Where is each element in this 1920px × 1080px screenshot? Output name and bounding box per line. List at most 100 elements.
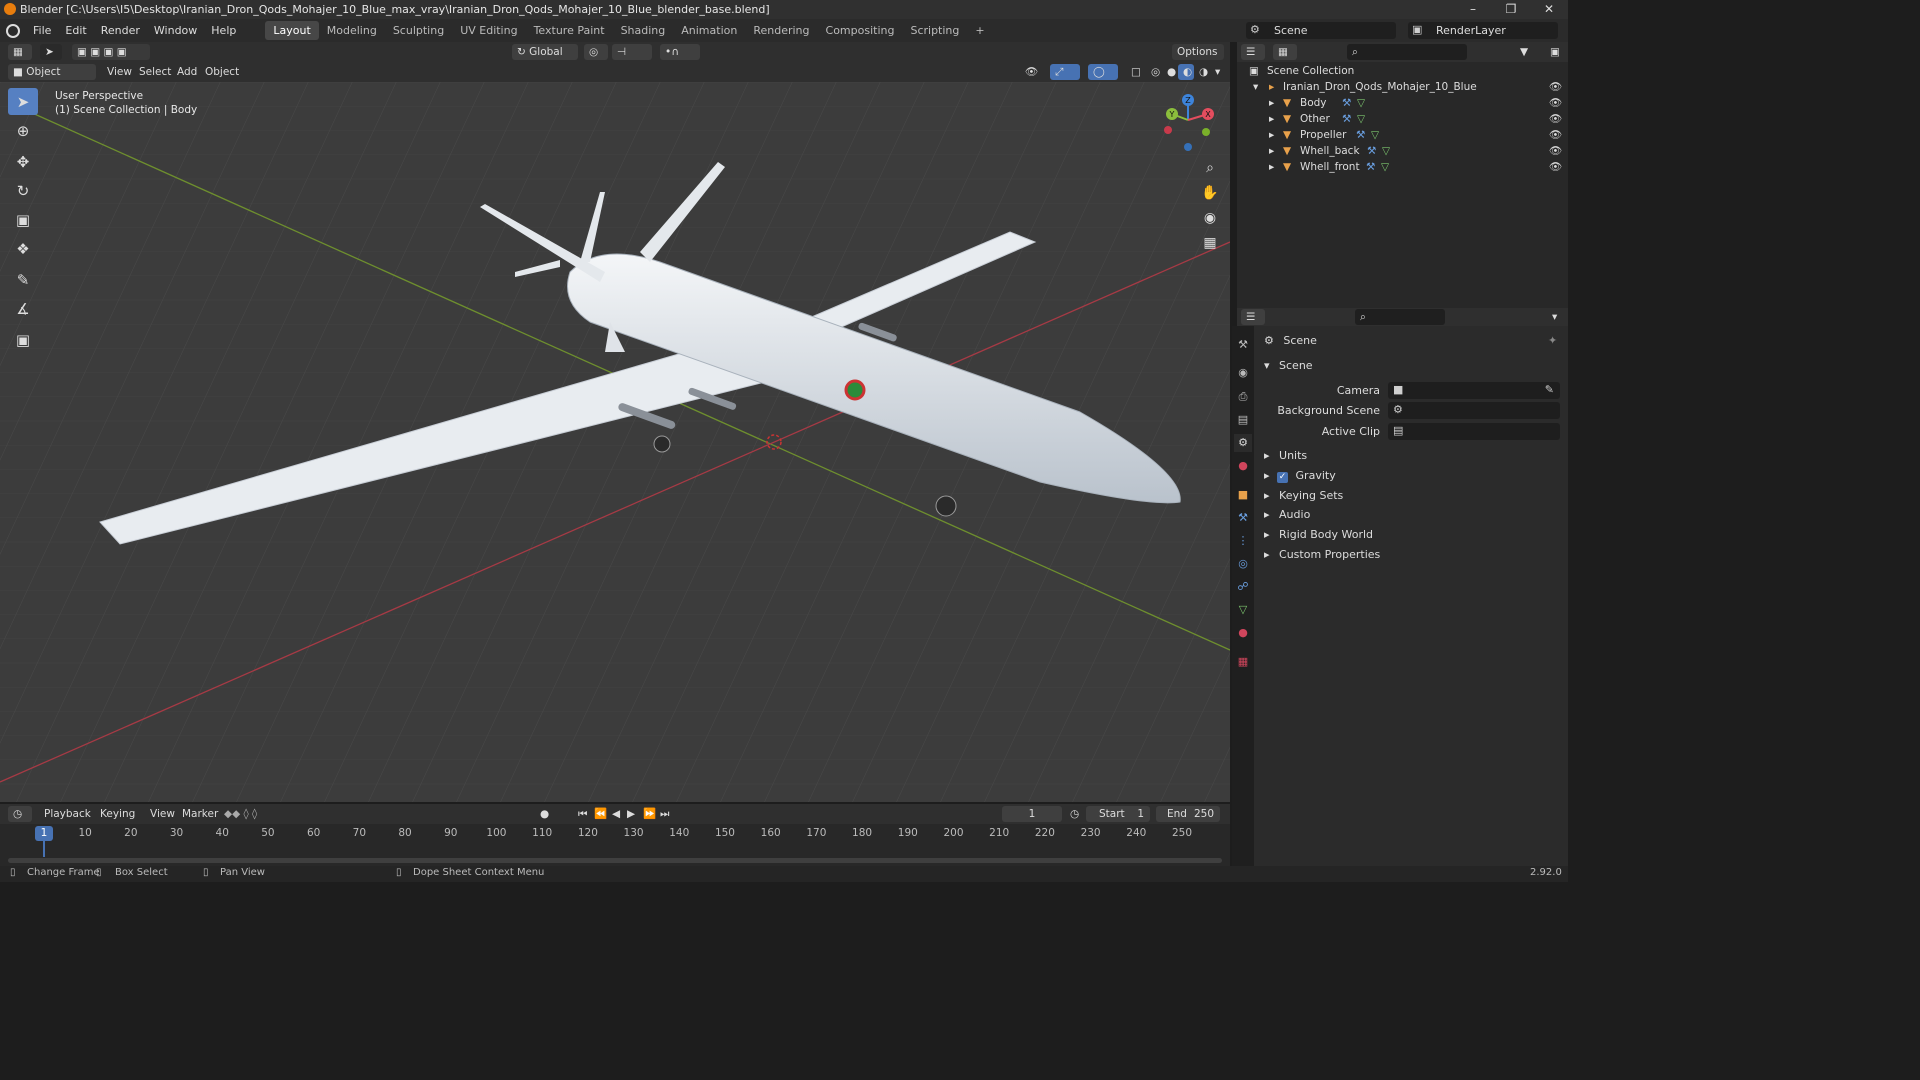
scale-tool-icon[interactable]: ▣ [8, 206, 38, 233]
visibility-eye-icon[interactable]: 👁 [1549, 127, 1562, 143]
expand-arrow-icon[interactable]: ▾ [1253, 79, 1258, 95]
workspace-tab-modeling[interactable]: Modeling [319, 21, 385, 40]
pan-view-icon[interactable]: ✋ [1198, 181, 1222, 205]
scene-panel-header[interactable]: ▾ Scene [1264, 357, 1313, 375]
preview-range-icon[interactable]: ◷ [1070, 806, 1079, 822]
outliner-row-whell-front[interactable]: ▸ ▼ Whell_front ⚒ ▽ 👁 [1237, 159, 1568, 175]
options-dropdown[interactable]: Options [1172, 44, 1224, 60]
workspace-tab-animation[interactable]: Animation [673, 21, 745, 40]
transform-tool-icon[interactable]: ❖ [8, 235, 38, 262]
rotate-tool-icon[interactable]: ↻ [8, 177, 38, 204]
perspective-toggle-icon[interactable]: ▦ [1198, 231, 1222, 255]
viewport-menu-view[interactable]: View [107, 64, 132, 80]
playback-menu[interactable]: Playback [44, 806, 91, 822]
select-tool-icon[interactable]: ➤ [40, 44, 62, 60]
editor-type-button[interactable]: ▦ [8, 44, 32, 60]
display-mode-button[interactable]: ▦ [1273, 44, 1297, 60]
viewport-menu-object[interactable]: Object [205, 64, 239, 80]
filter-icon[interactable]: ▼ [1515, 44, 1539, 60]
annotate-tool-icon[interactable]: ✎ [8, 266, 38, 293]
close-button[interactable]: ✕ [1530, 0, 1568, 19]
measure-tool-icon[interactable]: ∡ [8, 295, 38, 322]
shading-wireframe-icon[interactable]: ◎ [1146, 64, 1162, 80]
xray-toggle-icon[interactable]: □ [1126, 64, 1142, 80]
outliner-row-other[interactable]: ▸ ▼ Other ⚒ ▽ 👁 [1237, 111, 1568, 127]
data-tab-icon[interactable]: ▽ [1234, 601, 1252, 619]
snap-button[interactable]: ⊣ [612, 44, 652, 60]
outliner-row-body[interactable]: ▸ ▼ Body ⚒ ▽ 👁 [1237, 95, 1568, 111]
audio-panel[interactable]: ▸ Audio [1264, 506, 1310, 524]
keying-menu[interactable]: Keying [100, 806, 135, 822]
keying-sets-panel[interactable]: ▸ Keying Sets [1264, 487, 1343, 505]
expand-arrow-icon[interactable]: ▸ [1269, 159, 1274, 175]
scene-selector[interactable]: ⚙ Scene [1246, 22, 1396, 39]
navigation-gizmo[interactable]: Z Y X [1160, 92, 1220, 152]
expand-arrow-icon[interactable]: ▸ [1269, 143, 1274, 159]
world-tab-icon[interactable]: ● [1234, 457, 1252, 475]
workspace-tab-compositing[interactable]: Compositing [818, 21, 903, 40]
timeline-scrollbar[interactable] [8, 858, 1222, 863]
output-tab-icon[interactable]: ⎙ [1234, 388, 1252, 406]
select-mode-buttons[interactable]: ▣ ▣ ▣ ▣ [72, 44, 150, 60]
jump-end-button[interactable]: ⏭ [660, 806, 669, 822]
view-layer-tab-icon[interactable]: ▤ [1234, 411, 1252, 429]
zoom-view-icon[interactable]: ⌕ [1198, 156, 1222, 180]
expand-arrow-icon[interactable]: ▸ [1269, 127, 1274, 143]
workspace-tab-texture-paint[interactable]: Texture Paint [526, 21, 613, 40]
play-reverse-button[interactable]: ◀ [612, 806, 620, 822]
constraints-tab-icon[interactable]: ☍ [1234, 578, 1252, 596]
custom-properties-panel[interactable]: ▸ Custom Properties [1264, 546, 1380, 564]
visibility-eye-icon[interactable]: 👁 [1549, 111, 1562, 127]
object-tab-icon[interactable]: ■ [1234, 486, 1252, 504]
prev-keyframe-button[interactable]: ⏪ [594, 806, 607, 822]
expand-arrow-icon[interactable]: ▸ [1269, 111, 1274, 127]
add-cube-tool-icon[interactable]: ▣ [8, 326, 38, 353]
viewport-menu-select[interactable]: Select [139, 64, 171, 80]
workspace-tab-sculpting[interactable]: Sculpting [385, 21, 452, 40]
physics-tab-icon[interactable]: ◎ [1234, 555, 1252, 573]
start-frame-field[interactable]: Start 1 [1086, 806, 1150, 822]
next-keyframe-button[interactable]: ⏩ [643, 806, 656, 822]
outliner-row-propeller[interactable]: ▸ ▼ Propeller ⚒ ▽ 👁 [1237, 127, 1568, 143]
workspace-tab-scripting[interactable]: Scripting [902, 21, 967, 40]
material-tab-icon[interactable]: ● [1234, 624, 1252, 642]
proportional-edit-button[interactable]: •∩ [660, 44, 700, 60]
object-mode-dropdown[interactable]: ■ Object Mode [8, 64, 96, 94]
workspace-tab-rendering[interactable]: Rendering [745, 21, 817, 40]
gizmo-toggle-icon[interactable]: ⤢ [1050, 64, 1080, 80]
menu-window[interactable]: Window [147, 24, 204, 37]
pivot-point-button[interactable]: ◎ [584, 44, 608, 60]
rigid-body-world-panel[interactable]: ▸ Rigid Body World [1264, 526, 1373, 544]
auto-keying-button[interactable]: ● [540, 806, 549, 822]
visibility-eye-icon[interactable]: 👁 [1549, 95, 1562, 111]
visibility-eye-icon[interactable]: 👁 [1549, 79, 1562, 95]
select-box-tool-icon[interactable]: ➤ [8, 88, 38, 115]
3d-viewport[interactable]: User Perspective (1) Scene Collection | … [0, 82, 1230, 802]
outliner-search-input[interactable]: ⌕ [1347, 44, 1467, 60]
outliner-row-collection[interactable]: ▾ ▸ Iranian_Dron_Qods_Mohajer_10_Blue 👁 [1237, 79, 1568, 95]
timeline-editor-type-button[interactable]: ◷ [8, 806, 32, 822]
visibility-icon[interactable]: 👁 [1020, 64, 1046, 80]
active-clip-field[interactable]: ▤ [1388, 423, 1560, 440]
properties-options-icon[interactable]: ▾ [1547, 309, 1563, 325]
end-frame-field[interactable]: End 250 [1156, 806, 1220, 822]
scene-tab-icon[interactable]: ⚙ [1234, 434, 1252, 452]
menu-edit[interactable]: Edit [58, 24, 93, 37]
timeline-view-menu[interactable]: View [150, 806, 175, 822]
menu-file[interactable]: File [26, 24, 58, 37]
marker-menu[interactable]: Marker [182, 806, 218, 822]
outliner-row-scene-collection[interactable]: ▣ Scene Collection [1237, 63, 1568, 79]
tool-tab-icon[interactable]: ⚒ [1234, 336, 1252, 354]
visibility-eye-icon[interactable]: 👁 [1549, 159, 1562, 175]
overlay-toggle-icon[interactable]: ◯ [1088, 64, 1118, 80]
render-tab-icon[interactable]: ◉ [1234, 364, 1252, 382]
gravity-panel[interactable]: ▸ ✓ Gravity [1264, 467, 1336, 485]
shading-material-icon[interactable]: ◐ [1178, 64, 1194, 80]
menu-help[interactable]: Help [204, 24, 243, 37]
outliner-row-whell-back[interactable]: ▸ ▼ Whell_back ⚒ ▽ 👁 [1237, 143, 1568, 159]
units-panel[interactable]: ▸ Units [1264, 447, 1307, 465]
properties-editor-type-button[interactable]: ☰ [1241, 309, 1265, 325]
particles-tab-icon[interactable]: ⋮ [1234, 532, 1252, 550]
current-frame-field[interactable]: 1 [1002, 806, 1062, 822]
texture-tab-icon[interactable]: ▦ [1234, 653, 1252, 671]
